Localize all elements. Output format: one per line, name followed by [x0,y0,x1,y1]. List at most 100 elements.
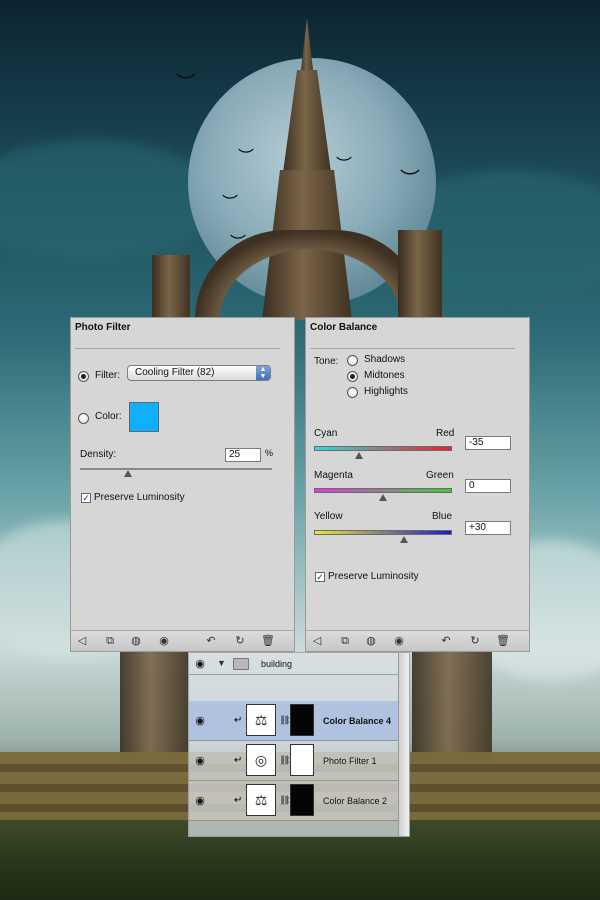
panel-footer: ◁ ⧉ ◍ ◉ ↶ ↻ 🗑 [306,630,529,651]
eye-icon[interactable]: ◉ [192,794,208,808]
tone-label: Tone: [314,356,339,367]
density-unit: % [265,448,274,458]
eye-icon[interactable]: ◉ [157,634,171,648]
color-balance-panel: Color Balance Tone: Shadows Midtones Hig… [305,317,530,652]
cyan-red-slider-track[interactable] [314,446,452,451]
clip-icon[interactable]: ⧉ [338,634,352,648]
crow: ︶ [238,149,255,166]
layer-mask-thumbnail[interactable] [290,744,314,776]
refresh-icon[interactable]: ↻ [468,634,482,648]
density-slider-track[interactable] [80,468,272,470]
eye-icon[interactable]: ◉ [392,634,406,648]
density-input[interactable]: 25 [225,448,261,462]
crow: ︶ [230,235,247,252]
eye-icon[interactable]: ◉ [192,714,208,728]
layer-group-row[interactable]: ◉ ▼ building [189,653,399,675]
trash-icon[interactable]: 🗑 [496,634,510,648]
preserve-luminosity-label: Preserve Luminosity [328,571,419,582]
photo-filter-panel: Photo Filter Filter: Cooling Filter (82)… [70,317,295,652]
tone-midtones-radio[interactable] [347,371,358,382]
preserve-luminosity-checkbox[interactable]: ✓ [315,572,325,582]
cloud [0,140,220,260]
refresh-icon[interactable]: ↻ [233,634,247,648]
green-label: Green [426,470,454,481]
layer-group-name: building [261,659,293,669]
yellow-blue-slider-track[interactable] [314,530,452,535]
crow: ︶ [400,169,420,191]
clip-arrow-icon: ↵ [234,755,243,766]
photo-filter-icon: ◎ [246,744,276,776]
trash-icon[interactable]: 🗑 [261,634,275,648]
reset-icon[interactable]: ↶ [204,634,218,648]
reset-icon[interactable]: ↶ [439,634,453,648]
preserve-luminosity-checkbox[interactable]: ✓ [81,493,91,503]
filter-color-swatch[interactable] [129,402,159,432]
eye-icon[interactable]: ◉ [192,754,208,768]
tone-shadows-label: Shadows [364,354,406,365]
disclosure-triangle-icon[interactable]: ▼ [217,658,226,668]
layer-row[interactable]: ◉ ↵ ⚖ ⛓ Color Balance 2 [189,781,399,821]
back-arrow-icon[interactable]: ◁ [310,634,324,648]
color-balance-icon: ⚖ [246,704,276,736]
folder-icon [233,658,249,670]
density-label: Density: [80,449,117,460]
back-arrow-icon[interactable]: ◁ [75,634,89,648]
divider [310,348,515,349]
cyan-red-slider-thumb[interactable] [354,452,363,459]
color-balance-icon: ⚖ [246,784,276,816]
panel-title: Color Balance [310,322,378,333]
clip-icon[interactable]: ⧉ [103,634,117,648]
magenta-label: Magenta [314,470,353,481]
tone-highlights-label: Highlights [364,386,408,397]
select-arrows-icon: ▲ ▼ [256,366,270,380]
tone-shadows-radio[interactable] [347,355,358,366]
layers-scrollbar[interactable] [398,653,409,836]
visibility-toggle-icon[interactable]: ◍ [364,634,378,648]
chain-link-icon: ⛓ [279,795,291,805]
magenta-green-slider-thumb[interactable] [379,494,387,501]
color-label: Color: [95,411,122,422]
yellow-blue-input[interactable]: +30 [465,521,511,535]
right-pillar [412,652,492,762]
crow: ︶ [176,73,196,95]
spire-tip [300,18,314,78]
tone-highlights-radio[interactable] [347,387,358,398]
crow: ︶ [336,157,353,174]
divider [75,348,280,349]
layer-row[interactable]: ◉ ↵ ◎ ⛓ Photo Filter 1 [189,741,399,781]
visibility-toggle-icon[interactable]: ◍ [129,634,143,648]
filter-select-value: Cooling Filter (82) [135,367,215,378]
layer-mask-thumbnail[interactable] [290,784,314,816]
eye-icon[interactable]: ◉ [192,657,208,671]
filter-radio[interactable] [78,371,89,382]
color-radio[interactable] [78,413,89,424]
tone-midtones-label: Midtones [364,370,405,381]
clip-arrow-icon: ↵ [234,715,243,726]
cyan-red-input[interactable]: -35 [465,436,511,450]
chain-link-icon: ⛓ [279,715,291,725]
panel-footer: ◁ ⧉ ◍ ◉ ↶ ↻ 🗑 [71,630,294,651]
cyan-label: Cyan [314,428,338,439]
chain-link-icon: ⛓ [279,755,291,765]
crow: ︶ [222,195,239,212]
layer-mask-thumbnail[interactable] [290,704,314,736]
layer-row[interactable]: ◉ ↵ ⚖ ⛓ Color Balance 4 [189,701,399,741]
yellow-blue-slider-thumb[interactable] [399,536,408,543]
magenta-green-input[interactable]: 0 [465,479,511,493]
yellow-label: Yellow [314,511,343,522]
layers-panel: ◉ ▼ building ◉ ↵ ⚖ ⛓ Color Balance 4 ◉ ↵… [188,652,410,837]
layer-name: Color Balance 2 [323,796,388,806]
preserve-luminosity-label: Preserve Luminosity [94,492,185,503]
blue-label: Blue [432,511,453,522]
layer-name: Photo Filter 1 [323,756,377,766]
clip-arrow-icon: ↵ [234,795,243,806]
layer-name: Color Balance 4 [323,716,392,726]
red-label: Red [436,428,455,439]
panel-title: Photo Filter [75,322,131,333]
density-slider-thumb[interactable] [124,470,132,477]
magenta-green-slider-track[interactable] [314,488,452,493]
left-turret [152,255,190,320]
right-turret [398,230,442,320]
filter-select[interactable]: Cooling Filter (82) ▲ ▼ [127,365,271,381]
filter-label: Filter: [95,370,120,381]
